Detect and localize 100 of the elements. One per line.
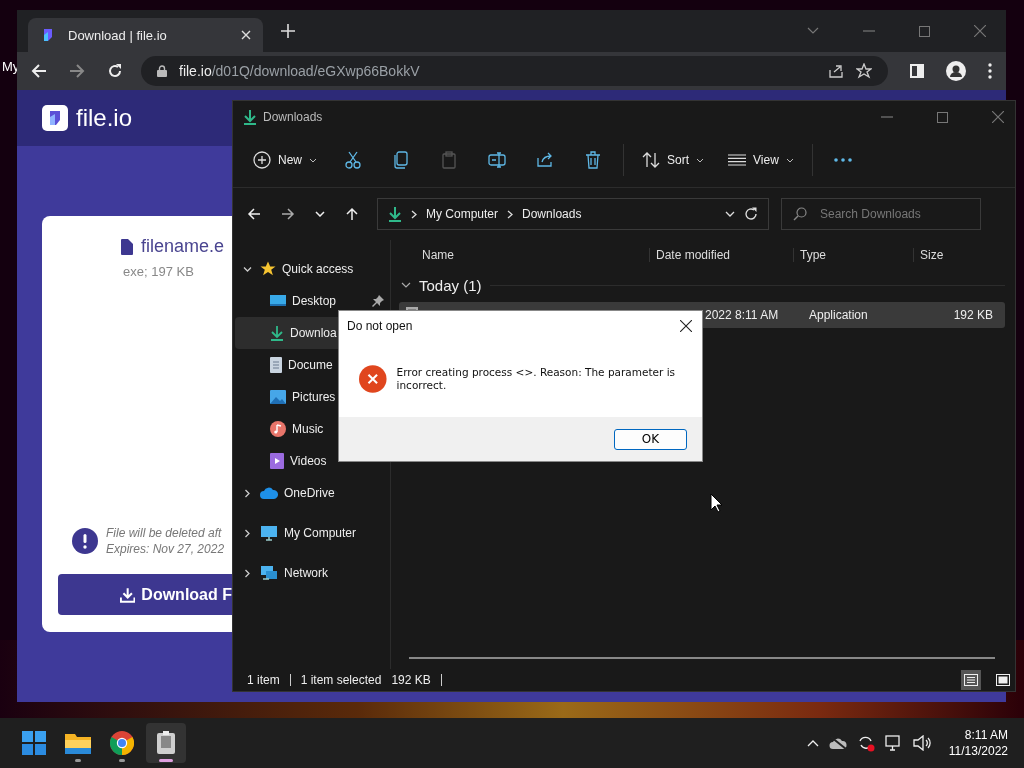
lock-icon: [157, 65, 167, 77]
clipboard-app-icon: [156, 731, 176, 755]
download-icon: [270, 325, 284, 341]
sync-icon[interactable]: [856, 734, 875, 752]
sidebar-item[interactable]: Quick access: [235, 253, 388, 285]
download-button[interactable]: Download F: [58, 574, 232, 615]
clock[interactable]: 8:11 AM 11/13/2022: [948, 728, 1008, 758]
column-header[interactable]: Date modified: [649, 248, 793, 262]
collapse-icon[interactable]: [243, 264, 252, 274]
file-size: exe; 197 KB: [123, 264, 194, 279]
column-header[interactable]: Name: [399, 248, 649, 262]
column-header[interactable]: Size: [913, 248, 993, 262]
windows-logo-icon: [22, 731, 46, 755]
app-taskbar-button[interactable]: [146, 723, 186, 763]
ok-button[interactable]: OK: [614, 428, 687, 450]
expiry-date: Expires: Nov 27, 2022: [106, 542, 225, 556]
profile-icon[interactable]: [946, 61, 966, 81]
bookmark-star-icon[interactable]: [856, 63, 872, 79]
rename-icon: [488, 152, 506, 168]
breadcrumb-item[interactable]: My Computer: [426, 207, 499, 221]
file-io-logo-icon[interactable]: [42, 105, 68, 131]
video-icon: [270, 453, 284, 469]
up-icon[interactable]: [345, 207, 359, 221]
group-header[interactable]: Today (1): [419, 276, 482, 294]
forward-icon[interactable]: [69, 63, 85, 79]
brand-name[interactable]: file.io: [76, 104, 133, 132]
file-icon: [121, 238, 133, 255]
column-header[interactable]: Type: [793, 248, 913, 262]
details-view-icon: [964, 674, 978, 686]
error-message: Error creating process <>. Reason: The parameter is incorrect.: [396, 365, 677, 393]
maximize-icon[interactable]: [919, 25, 930, 37]
new-tab-icon[interactable]: [281, 24, 295, 38]
running-indicator: [159, 759, 173, 762]
address-bar[interactable]: My Computer Downloads: [377, 198, 769, 230]
sort-button[interactable]: Sort: [634, 143, 713, 177]
sort-icon: [642, 152, 660, 168]
pin-icon[interactable]: [372, 295, 384, 307]
copy-icon: [394, 151, 408, 169]
close-icon[interactable]: [680, 320, 692, 332]
selection-count: 1 item selected: [300, 673, 382, 687]
back-icon[interactable]: [31, 63, 47, 79]
chevron-right-icon: [507, 209, 514, 219]
expand-icon[interactable]: [243, 528, 252, 538]
sidebar-item[interactable]: Network: [235, 557, 388, 589]
selection-size: 192 KB: [391, 673, 431, 687]
document-icon: [270, 357, 282, 373]
new-button[interactable]: New: [245, 143, 325, 177]
volume-icon[interactable]: [912, 735, 931, 751]
expand-icon[interactable]: [243, 488, 252, 498]
file-name: filename.e: [141, 236, 225, 257]
trash-icon: [586, 151, 600, 169]
expand-icon[interactable]: [243, 568, 252, 578]
search-field[interactable]: Search Downloads: [781, 198, 981, 230]
forward-icon[interactable]: [281, 207, 295, 221]
monitor-icon: [260, 525, 278, 541]
preview-pane-icon: [996, 674, 1010, 686]
menu-icon[interactable]: [988, 63, 992, 79]
refresh-icon[interactable]: [744, 207, 758, 221]
address-bar[interactable]: file.io/d01Q/download/eGXwp66BokkV: [141, 56, 888, 86]
cloud-icon: [260, 487, 278, 499]
mouse-cursor-icon: [710, 493, 722, 513]
table-cell-text: 192 KB: [952, 308, 993, 322]
list-icon: [728, 154, 747, 166]
cloud-off-icon[interactable]: [828, 736, 847, 750]
star-icon: [260, 261, 276, 277]
breadcrumb-item[interactable]: Downloads: [522, 207, 582, 221]
folder-icon: [65, 732, 91, 754]
collapse-icon[interactable]: [401, 282, 411, 288]
network-icon[interactable]: [884, 735, 903, 751]
running-indicator: [119, 759, 125, 762]
caret-icon: [785, 157, 794, 163]
back-icon[interactable]: [247, 207, 261, 221]
info-icon: [72, 528, 98, 554]
details-view-button[interactable]: [961, 670, 981, 690]
more-icon: [833, 158, 852, 162]
item-count: 1 item: [247, 673, 280, 687]
recent-locations-icon[interactable]: [315, 211, 325, 217]
share-icon[interactable]: [828, 64, 844, 78]
sidebar-item[interactable]: My Computer: [235, 517, 388, 549]
search-icon: [793, 207, 807, 221]
chevron-up-icon[interactable]: [806, 739, 819, 747]
picture-icon: [270, 390, 286, 404]
close-tab-icon[interactable]: [241, 30, 251, 40]
music-icon: [270, 421, 286, 437]
scrollbar[interactable]: [409, 657, 995, 659]
scissors-icon: [345, 151, 361, 169]
view-button[interactable]: View: [720, 143, 802, 177]
side-panel-icon[interactable]: [910, 64, 924, 78]
network-icon: [260, 565, 278, 581]
plus-circle-icon: [253, 151, 271, 169]
share-icon: [536, 152, 554, 168]
desktop-icon: [270, 294, 286, 308]
maximize-icon[interactable]: [937, 111, 948, 123]
browser-tab[interactable]: Download | file.io: [28, 18, 263, 52]
browser-icon: [110, 731, 134, 755]
sidebar-item[interactable]: Desktop: [235, 285, 388, 317]
downloads-folder-icon: [243, 109, 257, 125]
reload-icon[interactable]: [107, 63, 123, 79]
downloads-folder-icon: [388, 206, 402, 222]
sidebar-item[interactable]: OneDrive: [235, 477, 388, 509]
